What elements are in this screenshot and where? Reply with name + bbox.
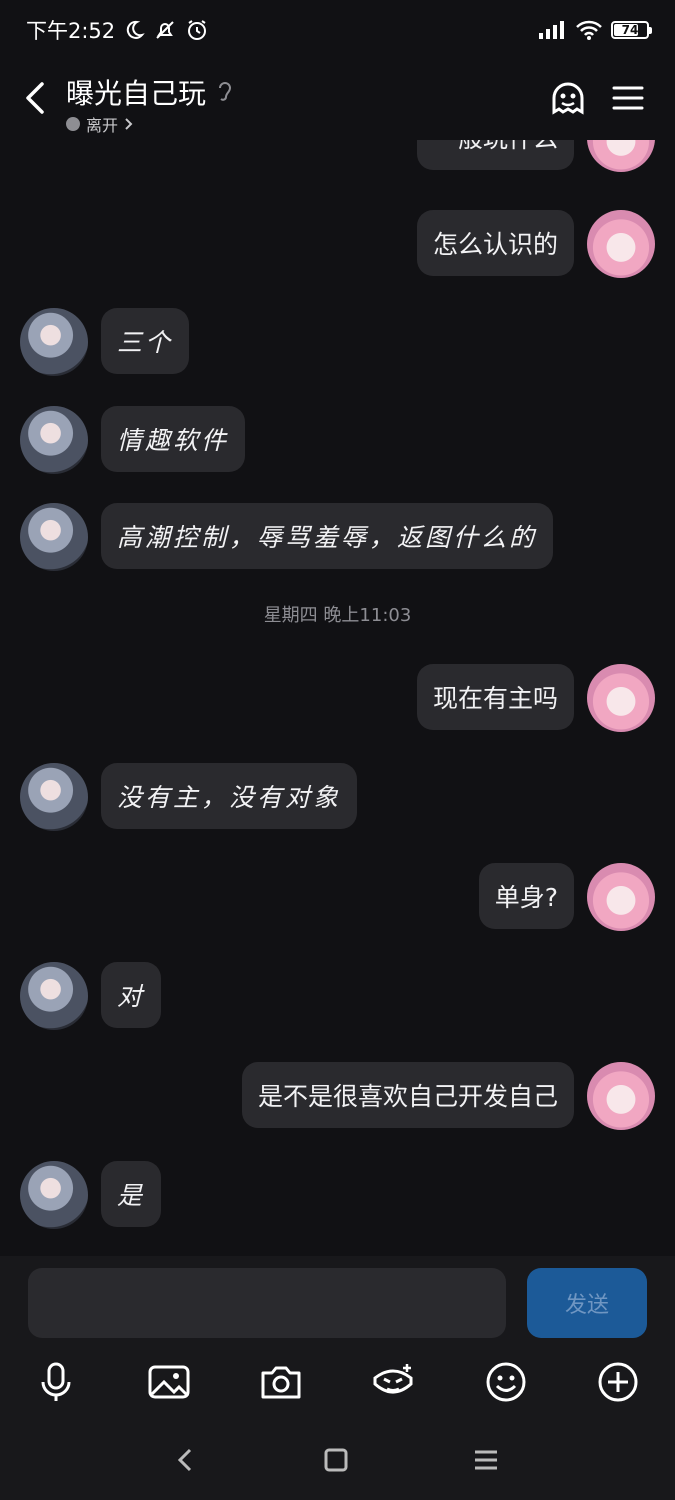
chevron-right-icon [125,118,133,130]
battery-icon: 74 [611,21,652,39]
emoji-icon[interactable] [482,1358,530,1406]
message-item: 没有主，没有对象 [20,763,358,831]
status-right: 74 [537,19,652,41]
presence-status[interactable]: 离开 [66,112,134,136]
message-bubble[interactable]: 高潮控制，辱骂羞辱，返图什么的 [101,503,554,569]
chat-title[interactable]: 曝光自己玩 [66,72,234,112]
message-item: 高潮控制，辱骂羞辱，返图什么的 [20,503,554,571]
system-nav-bar [0,1420,675,1500]
ear-icon [219,82,232,101]
message-bubble[interactable]: 情趣软件 [101,406,246,472]
contact-avatar[interactable] [20,308,88,376]
status-time: 下午2:52 [26,19,116,43]
message-bubble[interactable]: 是不是很喜欢自己开发自己 [241,1062,574,1128]
self-avatar[interactable] [587,210,655,278]
time-separator: 星期四 晚上11:03 [263,605,412,626]
self-avatar[interactable] [587,140,655,172]
contact-avatar[interactable] [20,503,88,571]
message-item: 对 [20,962,162,1030]
message-bubble[interactable]: 对 [101,962,162,1028]
message-bubble[interactable]: 现在有主吗 [416,664,574,730]
away-icon [66,117,80,131]
message-item: 是 [20,1161,162,1229]
status-bar: 下午2:52 74 [0,0,675,60]
composer-toolbar [0,1354,675,1410]
signal-icon [539,21,564,39]
status-left: 下午2:52 [26,15,209,45]
sticker-icon[interactable] [369,1358,417,1406]
message-bubble[interactable]: 单身? [478,863,574,929]
presence-label: 离开 [86,116,119,135]
bell-off-icon [156,21,174,39]
battery-level: 74 [621,23,639,37]
message-list[interactable]: 一般玩什么 怎么认识的 三个 情趣软件 高潮控制，辱骂羞辱，返图什么的 星期四 … [0,140,675,1256]
message-item: 是不是很喜欢自己开发自己 [241,1062,655,1130]
nav-recents-icon[interactable] [466,1440,506,1480]
message-bubble[interactable]: 三个 [101,308,190,374]
self-avatar[interactable] [587,1062,655,1130]
wifi-icon [576,20,602,40]
alarm-icon [188,20,207,40]
nav-home-icon[interactable] [316,1440,356,1480]
chat-title-text: 曝光自己玩 [66,77,207,110]
microphone-icon[interactable] [32,1358,80,1406]
nav-back-icon[interactable] [166,1440,206,1480]
message-item: 怎么认识的 [416,210,655,278]
contact-avatar[interactable] [20,1161,88,1229]
message-input[interactable] [28,1268,506,1338]
ghost-icon[interactable] [546,76,590,120]
plus-icon[interactable] [594,1358,642,1406]
moon-icon [127,20,145,39]
message-bubble[interactable]: 怎么认识的 [416,210,574,276]
camera-icon[interactable] [257,1358,305,1406]
menu-icon[interactable] [606,76,650,120]
gallery-icon[interactable] [145,1358,193,1406]
message-item: 三个 [20,308,190,376]
message-bubble[interactable]: 没有主，没有对象 [101,763,358,829]
back-icon[interactable] [20,78,52,118]
contact-avatar[interactable] [20,406,88,474]
message-bubble[interactable]: 是 [101,1161,162,1227]
contact-avatar[interactable] [20,763,88,831]
send-button[interactable]: 发送 [527,1268,647,1338]
message-bubble[interactable]: 一般玩什么 [416,140,574,170]
message-item: 单身? [478,863,655,931]
contact-avatar[interactable] [20,962,88,1030]
message-item: 现在有主吗 [416,664,655,732]
message-item: 一般玩什么 [416,140,655,172]
chat-header: 曝光自己玩 离开 [0,60,675,140]
self-avatar[interactable] [587,863,655,931]
self-avatar[interactable] [587,664,655,732]
message-item: 情趣软件 [20,406,246,474]
